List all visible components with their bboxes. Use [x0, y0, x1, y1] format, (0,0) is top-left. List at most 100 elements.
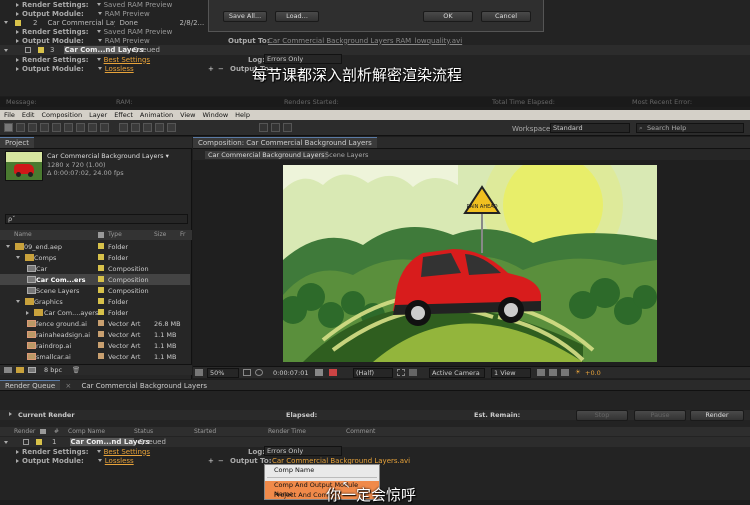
- add-output-icon[interactable]: +: [208, 65, 214, 73]
- cancel-button[interactable]: Cancel: [481, 11, 531, 22]
- col-started[interactable]: Started: [194, 428, 216, 435]
- menu-animation[interactable]: Animation: [140, 111, 173, 119]
- add-output-icon[interactable]: +: [208, 457, 214, 465]
- project-item[interactable]: Comps Folder: [0, 252, 190, 263]
- log-select[interactable]: Errors Only: [264, 54, 342, 64]
- comp-viewer-canvas[interactable]: RAIN AHEAD: [283, 165, 657, 362]
- render-checkbox[interactable]: [25, 47, 31, 53]
- menu-file[interactable]: File: [4, 111, 15, 119]
- render-settings-value[interactable]: Best Settings: [104, 56, 150, 64]
- hash-icon[interactable]: #: [54, 428, 59, 435]
- selection-tool-icon[interactable]: [4, 123, 13, 132]
- comp-subtab-active[interactable]: Car Commercial Background Layers: [205, 151, 328, 159]
- output-module-value[interactable]: Lossless: [105, 457, 134, 465]
- render-button[interactable]: Render: [690, 410, 744, 421]
- pan-behind-tool-icon[interactable]: [64, 123, 73, 132]
- stop-button[interactable]: Stop: [576, 410, 628, 421]
- trash-icon[interactable]: 🗑: [72, 366, 80, 374]
- menu-effect[interactable]: Effect: [114, 111, 133, 119]
- menu-composition[interactable]: Composition: [41, 111, 82, 119]
- menu-layer[interactable]: Layer: [89, 111, 107, 119]
- remove-output-icon[interactable]: −: [218, 65, 224, 73]
- project-item[interactable]: rainaheadsign.ai Vector Art 1.1 MB: [0, 329, 190, 340]
- ok-button[interactable]: OK: [423, 11, 473, 22]
- project-search-input[interactable]: ρˇ: [5, 214, 188, 224]
- project-item[interactable]: Car Com....ayers Folder: [0, 307, 190, 318]
- project-item[interactable]: fence ground.ai Vector Art 26.8 MB: [0, 318, 190, 329]
- remove-output-icon[interactable]: −: [218, 457, 224, 465]
- eraser-tool-icon[interactable]: [143, 123, 152, 132]
- col-render-time[interactable]: Render Time: [268, 428, 306, 435]
- new-folder-icon[interactable]: [16, 367, 24, 373]
- menu-view[interactable]: View: [180, 111, 195, 119]
- tab-render-queue[interactable]: Render Queue: [0, 380, 61, 390]
- label-color-swatch[interactable]: [36, 439, 42, 445]
- label-color-swatch[interactable]: [98, 320, 104, 326]
- project-item[interactable]: Car Composition: [0, 263, 190, 274]
- local-axis-icon[interactable]: [259, 123, 268, 132]
- tab-composition[interactable]: Composition: Car Commercial Background L…: [193, 137, 377, 148]
- selected-comp-name[interactable]: Car Commercial Background Layers ▾: [47, 152, 169, 160]
- always-preview-icon[interactable]: [195, 369, 203, 376]
- col-size[interactable]: Size: [154, 231, 166, 238]
- snapshot-icon[interactable]: [315, 369, 323, 376]
- project-item[interactable]: smallcar.ai Vector Art 1.1 MB: [0, 351, 190, 362]
- hand-tool-icon[interactable]: [16, 123, 25, 132]
- render-settings-value[interactable]: Best Settings: [104, 448, 150, 456]
- col-render[interactable]: Render: [14, 428, 35, 435]
- zoom-tool-icon[interactable]: [28, 123, 37, 132]
- label-color-swatch[interactable]: [98, 287, 104, 293]
- comp-subtab-scene-layers[interactable]: Scene Layers: [325, 151, 368, 159]
- collapse-arrow-icon[interactable]: [26, 310, 29, 315]
- project-item[interactable]: Graphics Folder: [0, 296, 190, 307]
- pen-tool-icon[interactable]: [88, 123, 97, 132]
- menu-help[interactable]: Help: [235, 111, 250, 119]
- menu-edit[interactable]: Edit: [22, 111, 35, 119]
- flowchart-icon[interactable]: [561, 369, 569, 376]
- fast-preview-icon[interactable]: [549, 369, 557, 376]
- transparency-grid-icon[interactable]: [409, 369, 417, 376]
- clone-stamp-tool-icon[interactable]: [131, 123, 140, 132]
- project-item[interactable]: Scene Layers Composition: [0, 285, 190, 296]
- menu-window[interactable]: Window: [203, 111, 229, 119]
- brush-tool-icon[interactable]: [119, 123, 128, 132]
- label-color-swatch[interactable]: [98, 265, 104, 271]
- save-all-button[interactable]: Save All...: [223, 11, 267, 22]
- expand-arrow-icon[interactable]: [16, 300, 20, 303]
- label-icon[interactable]: [98, 232, 104, 238]
- label-color-swatch[interactable]: [98, 353, 104, 359]
- current-time[interactable]: 0:00:07:01: [273, 369, 309, 377]
- label-color-swatch[interactable]: [98, 243, 104, 249]
- label-color-swatch[interactable]: [98, 342, 104, 348]
- project-item[interactable]: Car Com...ers Composition: [0, 274, 190, 285]
- label-icon[interactable]: [40, 429, 46, 434]
- roi-icon[interactable]: [397, 369, 405, 376]
- world-axis-icon[interactable]: [271, 123, 280, 132]
- puppet-tool-icon[interactable]: [167, 123, 176, 132]
- rq-item-row[interactable]: 3 Car Com...nd Layers Queued: [0, 45, 750, 55]
- channel-icon[interactable]: [329, 369, 337, 376]
- roto-brush-tool-icon[interactable]: [155, 123, 164, 132]
- label-color-swatch[interactable]: [38, 47, 44, 53]
- dropdown-item[interactable]: Comp Name: [265, 466, 379, 475]
- bpc-toggle[interactable]: 8 bpc: [44, 366, 62, 374]
- view-axis-icon[interactable]: [283, 123, 292, 132]
- label-color-swatch[interactable]: [15, 19, 21, 26]
- interpret-footage-icon[interactable]: [4, 367, 12, 373]
- mask-icon[interactable]: [255, 369, 263, 376]
- render-settings-value[interactable]: Saved RAM Preview: [104, 1, 173, 9]
- view-layout-select[interactable]: 1 View: [491, 368, 531, 378]
- col-type[interactable]: Type: [108, 231, 122, 238]
- col-comp-name[interactable]: Comp Name: [68, 428, 105, 435]
- tab-project[interactable]: Project: [0, 137, 34, 148]
- expand-arrow-icon[interactable]: [6, 245, 10, 248]
- output-to-value[interactable]: Car Commercial Background Layers RAM_low…: [268, 37, 462, 45]
- label-color-swatch[interactable]: [98, 254, 104, 260]
- exposure-value[interactable]: +0.0: [585, 369, 601, 377]
- camera-tool-icon[interactable]: [52, 123, 61, 132]
- label-color-swatch[interactable]: [98, 331, 104, 337]
- load-button[interactable]: Load...: [275, 11, 319, 22]
- search-help-input[interactable]: ⌕ Search Help: [636, 123, 744, 133]
- toggle-pixel-icon[interactable]: [537, 369, 545, 376]
- output-module-value[interactable]: RAM Preview: [105, 37, 150, 45]
